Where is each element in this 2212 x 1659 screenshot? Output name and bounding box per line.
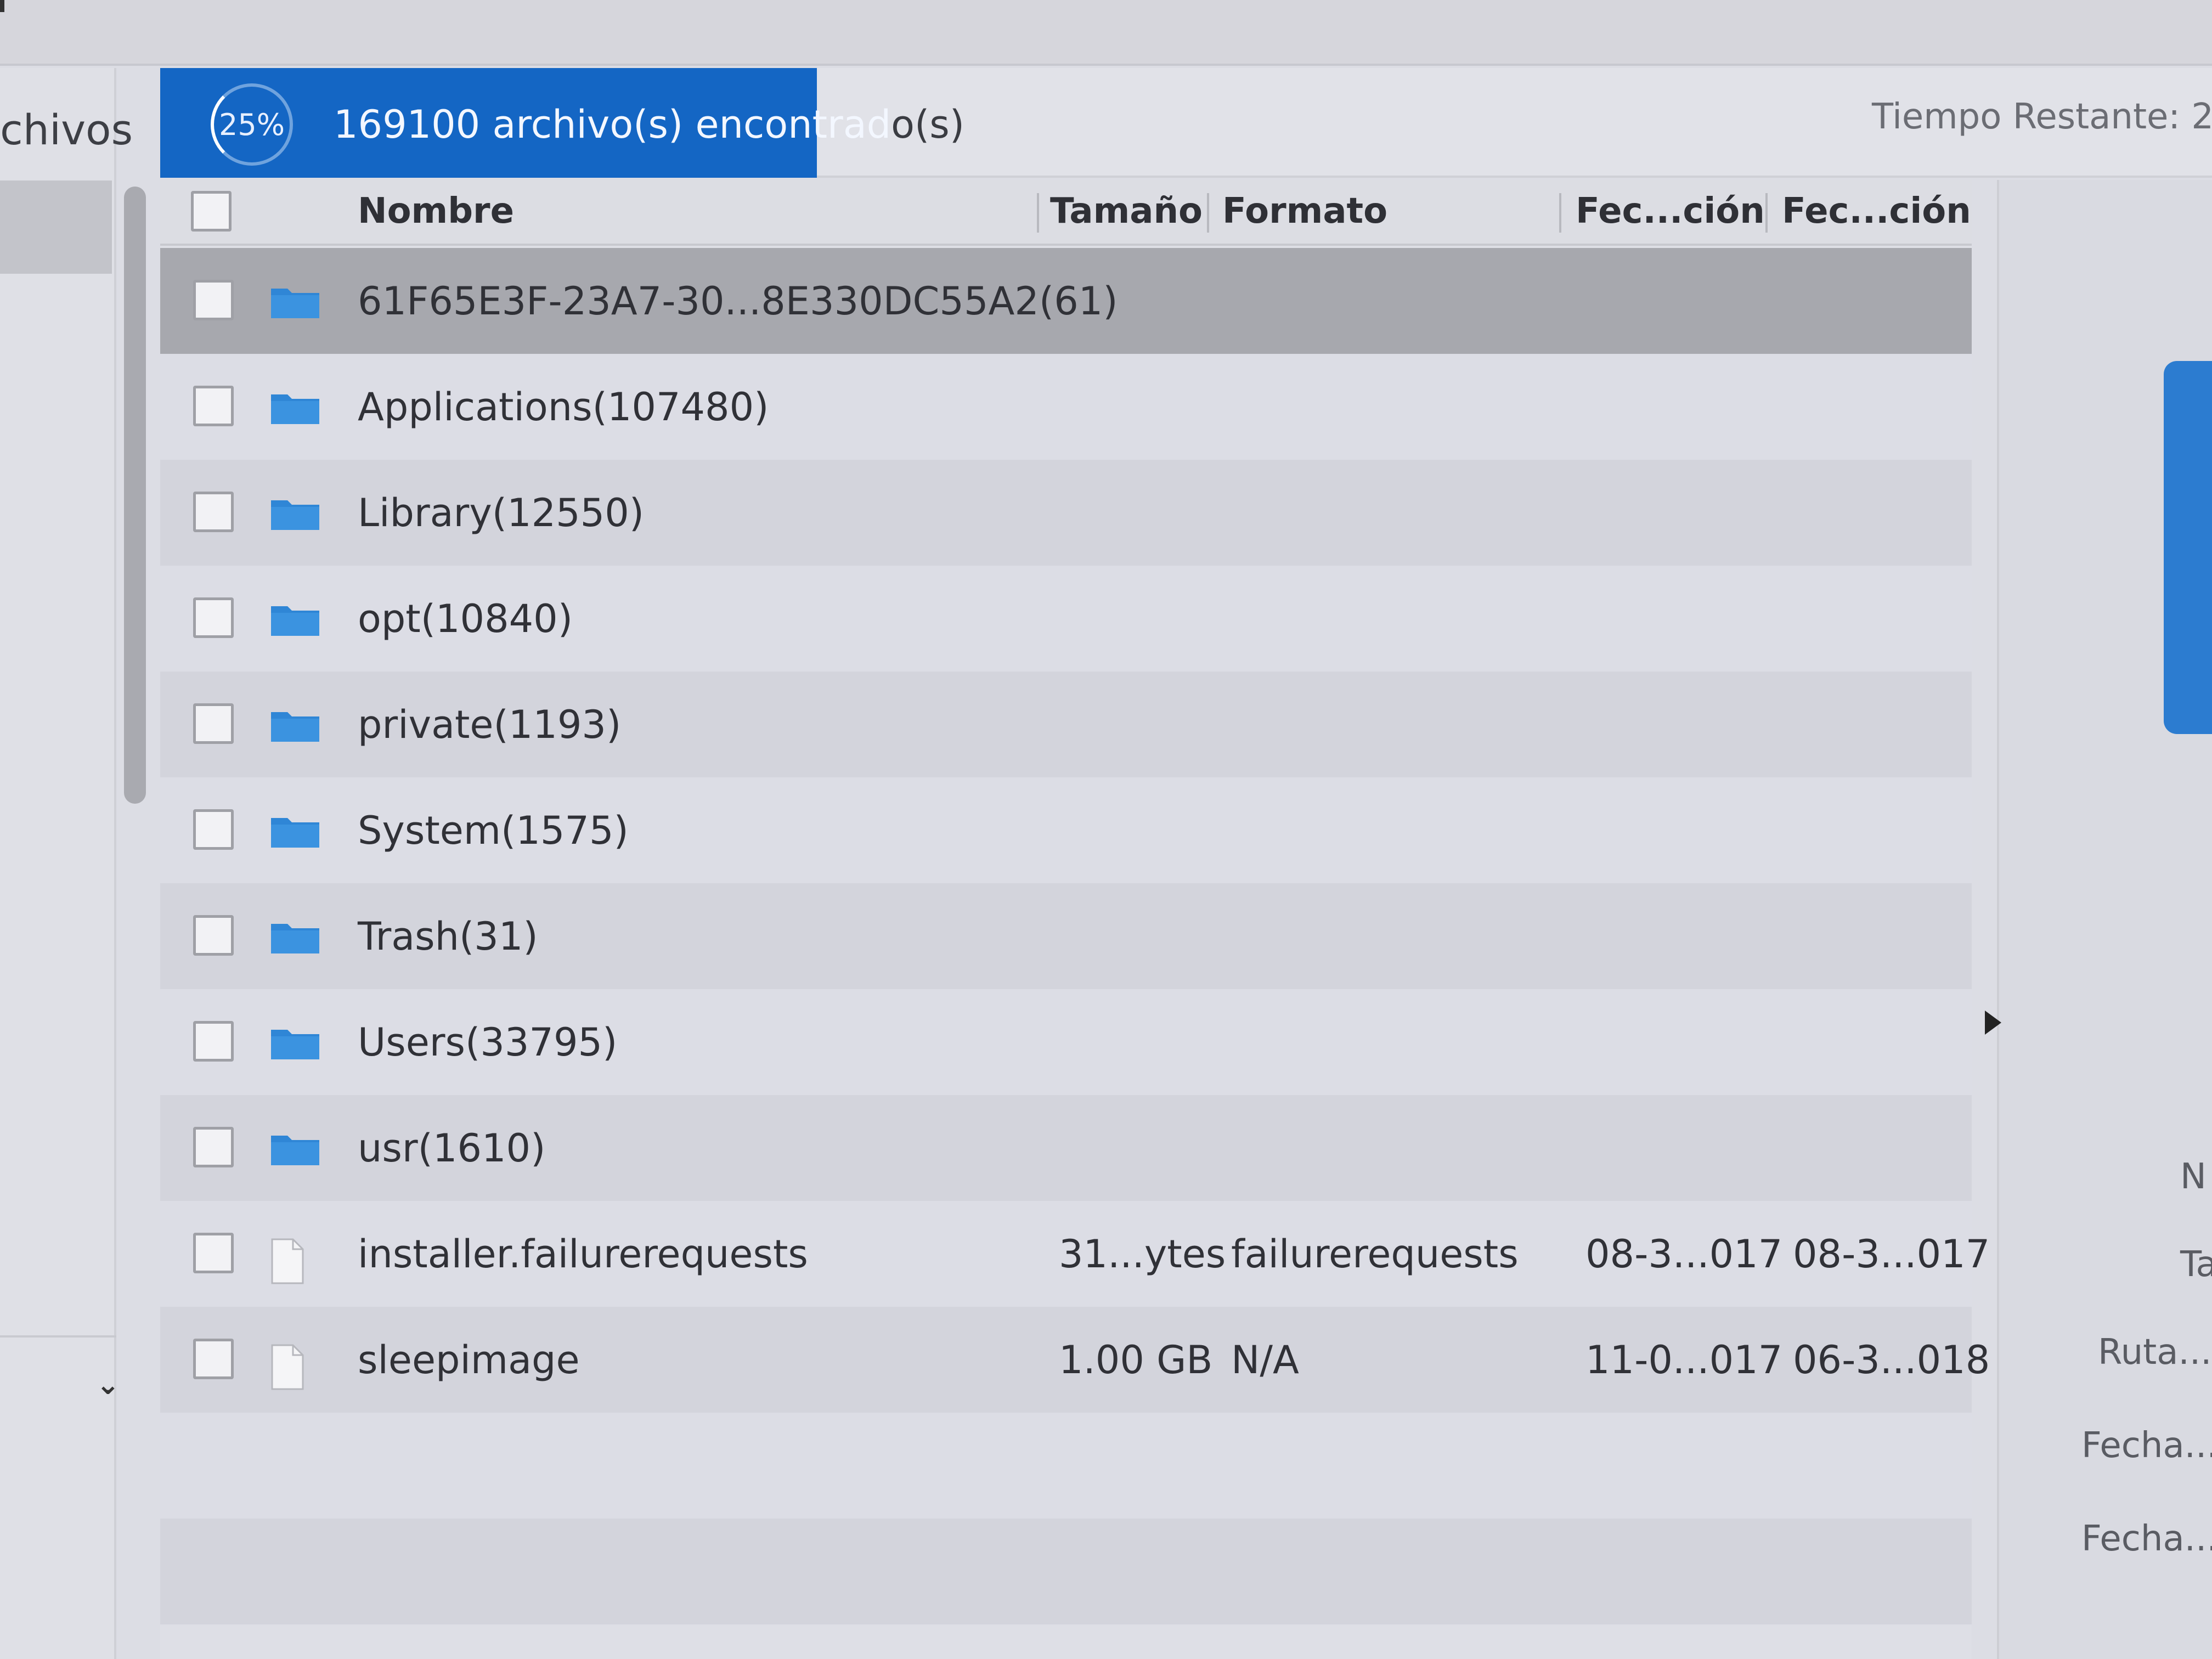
detail-label-date-modified: Fecha... — [2081, 1519, 2212, 1559]
cell-name: sleepimage — [358, 1338, 580, 1383]
cell-date-modified: 08-3...017 — [1793, 1232, 1990, 1277]
file-icon — [270, 1343, 305, 1393]
detail-label-size: Ta — [2180, 1244, 2212, 1285]
cell-name: opt(10840) — [358, 596, 573, 641]
folder-icon — [270, 496, 320, 533]
folder-icon — [270, 390, 320, 427]
detail-label-date-created: Fecha...c — [2081, 1425, 2212, 1466]
cell-date-created: 08-3...017 — [1585, 1232, 1783, 1277]
table-row[interactable]: Users(33795) — [160, 989, 1972, 1095]
column-divider[interactable] — [1765, 193, 1768, 233]
time-remaining: Tiempo Restante: 2: — [1872, 97, 2212, 137]
column-header-date-modified[interactable]: Fec...ción — [1782, 191, 1971, 232]
table-header: Nombre Tamaño Formato Fec...ción Fec...c… — [160, 180, 1972, 246]
detail-label-name: N — [2180, 1156, 2207, 1197]
cell-date-modified: 06-3...018 — [1793, 1338, 1990, 1383]
cell-name: installer.failurerequests — [358, 1232, 808, 1277]
chevron-down-icon[interactable]: ⌄ — [96, 1368, 120, 1401]
cell-format: failurerequests — [1231, 1232, 1519, 1277]
progress-percent: 25% — [218, 107, 285, 142]
cell-name: usr(1610) — [358, 1126, 546, 1171]
column-divider[interactable] — [1559, 193, 1561, 233]
table-row[interactable]: sleepimage 1.00 GB N/A 11-0...017 06-3...018 — [160, 1307, 1990, 1413]
scan-status-bar: 25% 169100 archivo(s) encontrado(s) Tiem… — [160, 68, 2212, 178]
table-row[interactable]: System(1575) — [160, 777, 1972, 883]
cell-name: Library(12550) — [358, 490, 645, 535]
sidebar-scrollbar[interactable] — [124, 187, 146, 804]
folder-icon — [270, 284, 320, 321]
row-checkbox[interactable] — [193, 703, 234, 744]
row-checkbox[interactable] — [193, 597, 234, 638]
files-found-main: 169100 archivo(s) encontrad — [334, 102, 891, 147]
cell-name: System(1575) — [358, 808, 629, 853]
table-row[interactable]: 61F65E3F-23A7-30...8E330DC55A2(61) — [160, 248, 1972, 354]
table-row[interactable]: installer.failurerequests 31...ytes failur… — [160, 1201, 1990, 1307]
cell-name: Trash(31) — [358, 914, 538, 959]
empty-row — [160, 1519, 1972, 1624]
files-found-tail: o(s) — [891, 102, 965, 147]
text-caret — [0, 0, 4, 12]
cell-size: 31...ytes — [1059, 1232, 1226, 1277]
row-checkbox[interactable] — [193, 809, 234, 850]
column-header-size[interactable]: Tamaño — [1050, 191, 1203, 232]
row-checkbox[interactable] — [193, 1021, 234, 1062]
files-found-text: 169100 archivo(s) encontrado(s) — [334, 102, 964, 147]
row-checkbox[interactable] — [193, 492, 234, 532]
row-checkbox[interactable] — [193, 280, 234, 320]
row-checkbox[interactable] — [193, 1339, 234, 1379]
preview-thumbnail[interactable] — [2164, 361, 2212, 734]
select-all-checkbox[interactable] — [191, 191, 232, 232]
column-divider[interactable] — [1207, 193, 1209, 233]
sidebar-divider — [0, 1335, 116, 1338]
table-row[interactable]: usr(1610) — [160, 1095, 1972, 1201]
folder-icon — [270, 919, 320, 957]
folder-icon — [270, 708, 320, 745]
details-panel: N Ta Ruta...a Fecha...c Fecha... — [1997, 180, 2212, 1659]
row-checkbox[interactable] — [193, 1233, 234, 1273]
cell-name: 61F65E3F-23A7-30...8E330DC55A2(61) — [358, 279, 1118, 324]
window-top-strip — [0, 0, 2212, 66]
progress-ring: 25% — [211, 83, 293, 166]
column-divider[interactable] — [1037, 193, 1039, 233]
folder-icon — [270, 814, 320, 851]
folder-icon — [270, 602, 320, 639]
row-checkbox[interactable] — [193, 1127, 234, 1167]
folder-icon — [270, 1025, 320, 1063]
detail-label-path: Ruta...a — [2098, 1332, 2212, 1373]
column-header-format[interactable]: Formato — [1222, 191, 1387, 232]
folder-icon — [270, 1131, 320, 1169]
file-table: Nombre Tamaño Formato Fec...ción Fec...c… — [160, 180, 1990, 1659]
sidebar: chivos ⌄ — [0, 68, 133, 1659]
cell-name: Users(33795) — [358, 1020, 618, 1065]
sidebar-title: chivos — [0, 105, 133, 154]
cell-date-created: 11-0...017 — [1585, 1338, 1783, 1383]
sidebar-selected-item[interactable] — [0, 180, 112, 274]
expand-panel-arrow-icon[interactable] — [1985, 1011, 2001, 1035]
row-checkbox[interactable] — [193, 915, 234, 956]
cell-name: private(1193) — [358, 702, 622, 747]
cell-format: N/A — [1231, 1338, 1299, 1383]
table-row[interactable]: opt(10840) — [160, 566, 1972, 672]
column-header-name[interactable]: Nombre — [358, 191, 514, 232]
empty-row — [160, 1413, 1972, 1519]
table-row[interactable]: private(1193) — [160, 672, 1972, 777]
cell-name: Applications(107480) — [358, 385, 769, 430]
row-checkbox[interactable] — [193, 386, 234, 426]
table-row[interactable]: Trash(31) — [160, 883, 1972, 989]
table-row[interactable]: Library(12550) — [160, 460, 1972, 566]
column-header-date-created[interactable]: Fec...ción — [1576, 191, 1765, 232]
file-icon — [270, 1237, 305, 1288]
table-row[interactable]: Applications(107480) — [160, 354, 1972, 460]
cell-size: 1.00 GB — [1059, 1338, 1213, 1383]
